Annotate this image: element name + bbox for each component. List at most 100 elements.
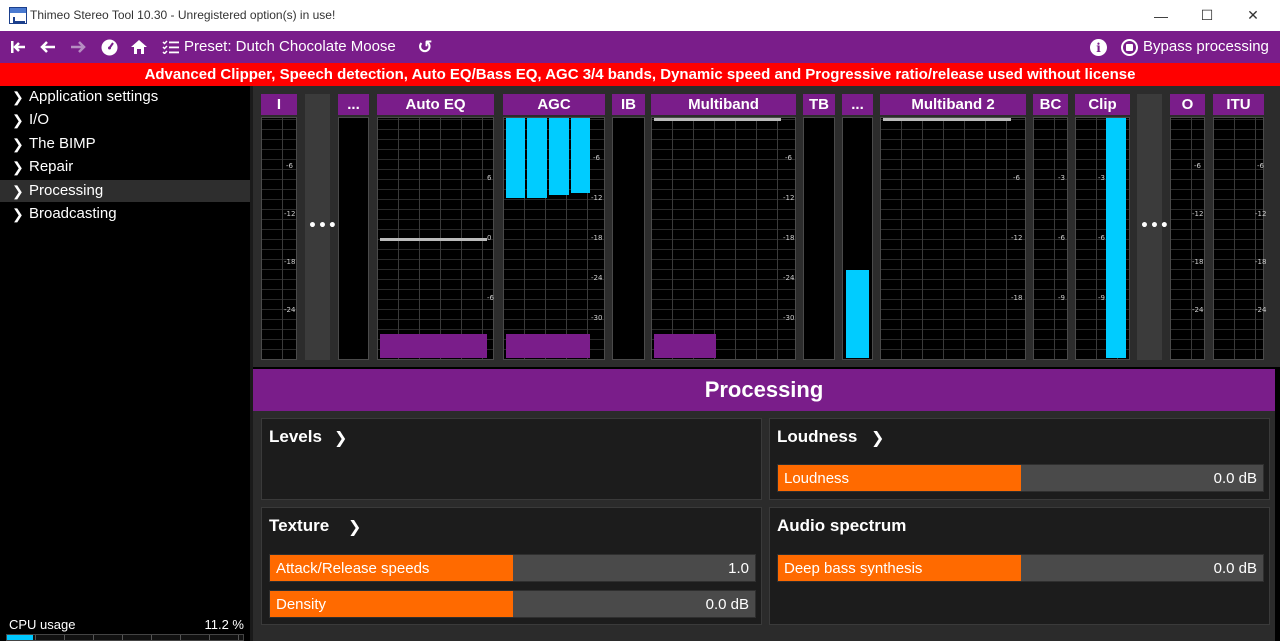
back-arrow-icon[interactable] [38,37,58,57]
card-title-levels[interactable]: Levels [269,427,322,447]
card-title-texture[interactable]: Texture [269,516,329,536]
sidebar-item-application-settings[interactable]: ❯ Application settings [0,86,250,108]
meter-bar-purple [380,334,487,358]
slider-label: Loudness [784,470,850,487]
bypass-processing-button[interactable]: Bypass processing [1143,38,1269,55]
meter-header-ib[interactable]: IB [612,94,645,115]
meter-header-o[interactable]: O [1170,94,1205,115]
scale-label: -6 [286,162,293,170]
meter-agc [503,117,605,360]
bypass-icon[interactable] [1121,39,1138,56]
forward-arrow-icon[interactable] [68,37,88,57]
close-button[interactable]: ✕ [1230,0,1276,31]
scale-label: 6 [487,174,492,182]
app-icon [9,7,27,24]
sidebar-item-processing[interactable]: ❯ Processing [0,180,250,202]
density-slider[interactable]: Density 0.0 dB [269,590,756,618]
scale-label: -9 [1098,294,1105,302]
meter-tb [803,117,835,360]
meter-multiband [651,117,796,360]
meter-output [1170,117,1205,360]
meter-ib [612,117,645,360]
scale-label: -24 [1255,306,1267,314]
meter-header-multiband-2[interactable]: Multiband 2 [880,94,1026,115]
scale-label: -6 [1194,162,1201,170]
page-title: Processing [253,369,1275,411]
meter-header-more-1[interactable]: ... [338,94,369,115]
maximize-button[interactable]: ☐ [1184,0,1230,31]
scale-label: -12 [1192,210,1204,218]
chevron-right-icon[interactable]: ❯ [334,428,347,447]
scale-label: -3 [1058,174,1065,182]
attack-release-speeds-slider[interactable]: Attack/Release speeds 1.0 [269,554,756,582]
sidebar-item-label: Broadcasting [29,205,117,222]
preset-selector[interactable]: Preset: Dutch Chocolate Moose [184,38,396,55]
sidebar-item-repair[interactable]: ❯ Repair [0,156,250,178]
meter-pre [338,117,369,360]
meter-bar-purple [654,334,716,358]
scale-label: -12 [284,210,296,218]
chevron-right-icon: ❯ [12,136,24,152]
meter-grid [652,118,795,359]
meter-post [842,117,873,360]
scale-label: -24 [284,306,296,314]
minimize-button[interactable]: — [1138,0,1184,31]
scale-label: -18 [1255,258,1267,266]
meter-header-agc[interactable]: AGC [503,94,605,115]
meter-header-itu[interactable]: ITU [1213,94,1264,115]
scale-label: -30 [783,314,795,322]
meter-header-clip[interactable]: Clip [1075,94,1130,115]
meter-panel: I ... Auto EQ AGC IB Multiband TB ... Mu… [253,86,1280,367]
scale-label: -6 [1013,174,1020,182]
scale-label: -12 [783,194,795,202]
more-icon[interactable]: ••• [1140,218,1170,234]
reset-icon[interactable]: ↺ [415,37,435,58]
gauge-icon[interactable] [99,37,119,57]
skip-back-icon[interactable] [8,37,28,57]
meter-bar-blue [527,118,547,198]
card-audio-spectrum: Audio spectrum Deep bass synthesis 0.0 d… [769,507,1270,625]
meter-header-i[interactable]: I [261,94,297,115]
slider-value: 1.0 [728,560,749,577]
cpu-usage-label: CPU usage [9,617,76,632]
card-title-loudness[interactable]: Loudness [777,427,857,447]
chevron-right-icon[interactable]: ❯ [871,428,884,447]
meter-header-tb[interactable]: TB [803,94,835,115]
meter-itu [1213,117,1264,360]
meter-header-bc[interactable]: BC [1033,94,1068,115]
deep-bass-synthesis-slider[interactable]: Deep bass synthesis 0.0 dB [777,554,1264,582]
meter-grid [1171,118,1204,359]
scale-label: -6 [1257,162,1264,170]
card-title-audio-spectrum[interactable]: Audio spectrum [777,516,906,536]
sidebar: ❯ Application settings ❯ I/O ❯ The BIMP … [0,86,252,641]
scale-label: -30 [591,314,603,322]
more-icon[interactable]: ••• [308,218,338,234]
chevron-right-icon[interactable]: ❯ [348,517,361,536]
chevron-right-icon: ❯ [12,112,24,128]
sidebar-item-label: Repair [29,158,74,175]
meter-header-more-2[interactable]: ... [842,94,873,115]
scale-label: -18 [1192,258,1204,266]
sidebar-item-io[interactable]: ❯ I/O [0,109,250,131]
sidebar-item-label: Application settings [29,88,159,105]
meter-header-auto-eq[interactable]: Auto EQ [377,94,494,115]
meter-grid [1214,118,1263,359]
meter-level-line [380,238,487,241]
meter-header-multiband[interactable]: Multiband [651,94,796,115]
chevron-right-icon: ❯ [12,183,24,199]
meter-bar-blue [549,118,569,195]
home-icon[interactable] [129,37,149,57]
preset-list-icon[interactable] [160,37,180,57]
loudness-slider[interactable]: Loudness 0.0 dB [777,464,1264,492]
window-title: Thimeo Stereo Tool 10.30 - Unregistered … [30,8,336,22]
scale-label: -18 [284,258,296,266]
sidebar-item-broadcasting[interactable]: ❯ Broadcasting [0,203,250,225]
sidebar-item-the-bimp[interactable]: ❯ The BIMP [0,133,250,155]
scale-label: -12 [591,194,603,202]
info-icon[interactable]: i [1090,39,1107,56]
meter-bar-blue [506,118,525,198]
slider-value: 0.0 dB [1213,470,1257,487]
scale-label: -12 [1011,234,1023,242]
scale-label: -18 [1011,294,1023,302]
meter-bar-blue [1106,118,1126,358]
